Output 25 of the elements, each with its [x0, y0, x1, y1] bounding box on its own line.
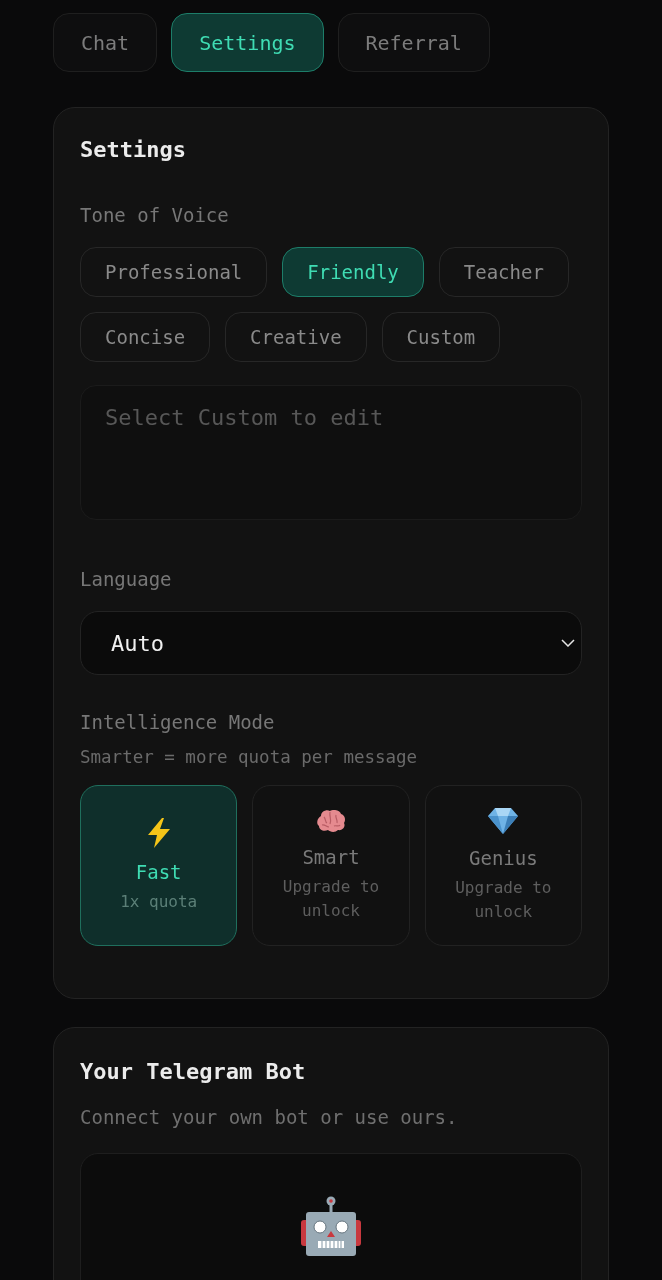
tone-chip[interactable]: Concise: [80, 312, 211, 362]
mode-card[interactable]: Genius Upgrade to unlock: [424, 785, 582, 946]
tone-chip[interactable]: Professional: [80, 247, 268, 297]
brain-icon: [316, 808, 346, 833]
mode-card[interactable]: Smart Upgrade to unlock: [252, 785, 410, 946]
nav-tab[interactable]: Referral: [337, 13, 490, 72]
hint-text: Smarter = more quota per message: [80, 746, 419, 768]
field-label: Tone of Voice: [80, 203, 230, 227]
card-title: Your Telegram Bot: [80, 1058, 307, 1086]
tone-chip[interactable]: Creative: [225, 312, 367, 362]
tone-chip[interactable]: Custom: [381, 312, 501, 362]
field-label: Language: [80, 567, 173, 591]
diamond-icon: [488, 807, 519, 834]
chevron-down-icon: [561, 639, 575, 647]
tone-chip[interactable]: Friendly: [282, 247, 424, 297]
tone-chip[interactable]: Teacher: [438, 247, 569, 297]
card-title: Settings: [80, 136, 187, 164]
mode-card[interactable]: Fast 1x quota: [80, 785, 238, 946]
robot-icon: [301, 1196, 361, 1256]
nav-tab[interactable]: Chat: [53, 13, 158, 72]
language-select[interactable]: Auto: [80, 611, 582, 675]
field-label: Intelligence Mode: [80, 710, 276, 734]
card-subtitle: Connect your own bot or use ours.: [80, 1105, 459, 1129]
custom-tone-field[interactable]: Select Custom to edit: [80, 385, 582, 520]
nav-tab[interactable]: Settings: [171, 13, 324, 72]
